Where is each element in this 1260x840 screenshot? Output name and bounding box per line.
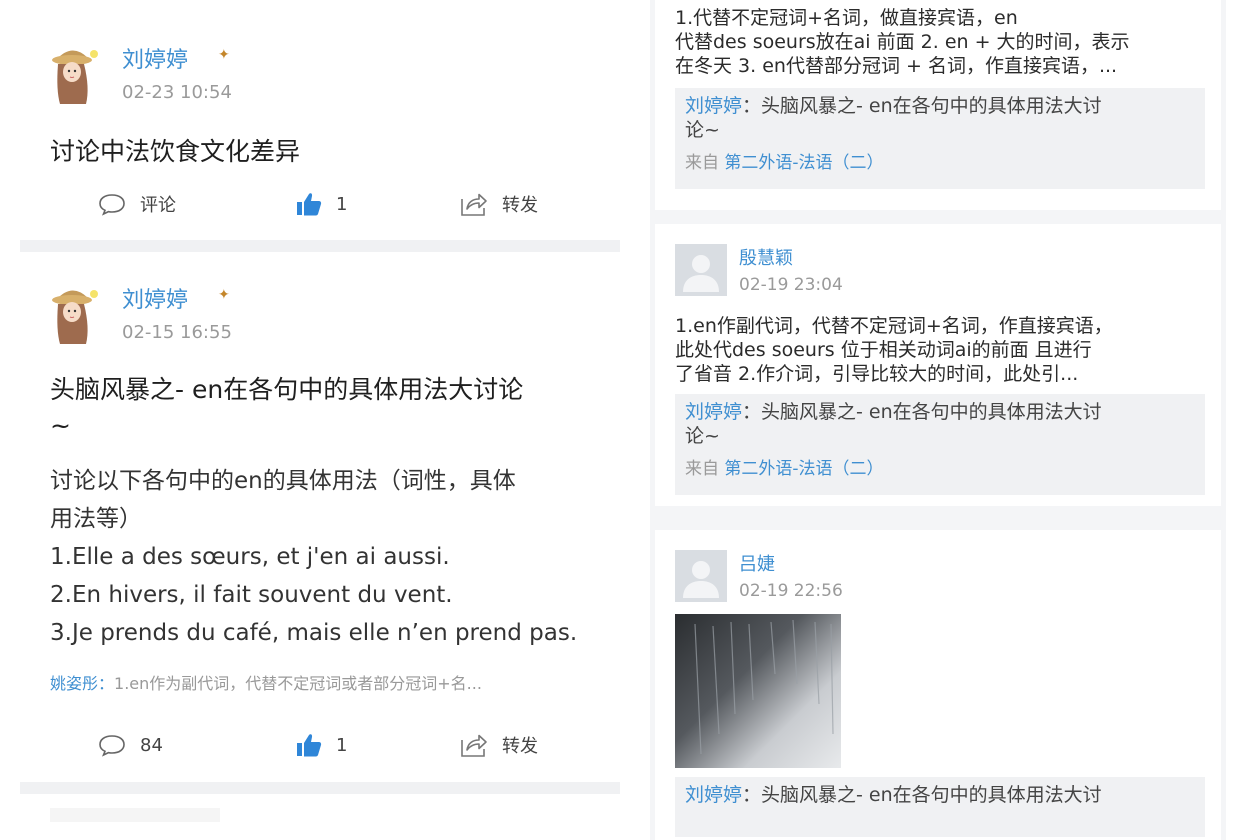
avatar[interactable]: [42, 40, 106, 104]
post-actions: 84 1 转发: [20, 725, 620, 765]
post-time: 02-23 10:54: [122, 82, 232, 103]
like-count: 1: [336, 193, 348, 215]
reply-list: 1.代替不定冠词+名词，做直接宾语，en 代替des soeurs放在ai 前面…: [650, 0, 1226, 840]
post-time: 02-15 16:55: [122, 322, 232, 343]
quote-author[interactable]: 刘婷婷: [685, 784, 742, 806]
reply-text-line: 在冬天 3. en代替部分冠词 + 名词，作直接宾语，...: [675, 55, 1118, 77]
quote-text: 头脑风暴之- en在各句中的具体用法大讨: [761, 401, 1102, 423]
default-avatar-icon: [675, 244, 727, 296]
default-avatar-icon: [675, 550, 727, 602]
badge-icon: ✦: [218, 287, 230, 303]
author-name[interactable]: 刘婷婷: [122, 282, 188, 314]
post-body-line: 用法等）: [50, 506, 142, 532]
author-name[interactable]: 吕婕: [739, 550, 775, 576]
share-label: 转发: [502, 195, 538, 216]
quote-text: 头脑风暴之- en在各句中的具体用法大讨: [761, 95, 1102, 117]
course-link[interactable]: 第二外语-法语（二）: [724, 459, 883, 479]
reply-text: 1.en作副代词，代替不定冠词+名词，作直接宾语， 此处代des soeurs …: [675, 314, 1205, 386]
handwriting-photo-image: [694, 619, 834, 755]
post-body: 讨论以下各句中的en的具体用法（词性，具体 用法等） 1.Elle a des …: [50, 462, 610, 652]
comment-preview[interactable]: 姚姿彤：1.en作为副代词，代替不定冠词或者部分冠词+名...: [50, 670, 482, 694]
quote-sep: ：: [742, 784, 762, 806]
share-icon: [461, 734, 487, 757]
reply-card[interactable]: 殷慧颖 02-19 23:04 1.en作副代词，代替不定冠词+名词，作直接宾语…: [655, 224, 1221, 506]
avatar[interactable]: [675, 244, 727, 296]
post-feed: 刘婷婷 ✦ 02-23 10:54 讨论中法饮食文化差异 评论 1 转发 刘婷婷…: [20, 0, 620, 840]
reply-text: 1.代替不定冠词+名词，做直接宾语，en 代替des soeurs放在ai 前面…: [675, 6, 1205, 78]
course-link[interactable]: 第二外语-法语（二）: [724, 153, 883, 173]
quote-line: 论~: [685, 119, 720, 141]
share-label: 转发: [502, 736, 538, 757]
comment-preview-text: 1.en作为副代词，代替不定冠词或者部分冠词+名...: [114, 674, 482, 693]
quote-source-prefix: 来自: [685, 459, 725, 479]
thumbs-up-icon: [297, 193, 322, 216]
like-button[interactable]: 1: [296, 184, 347, 224]
post-body-line: 1.Elle a des sœurs, et j'en ai aussi.: [50, 544, 450, 570]
quote-source: 来自 第二外语-法语（二）: [685, 148, 1195, 173]
comment-button[interactable]: 评论: [98, 184, 176, 224]
like-count: 1: [336, 734, 348, 756]
reply-text-line: 1.代替不定冠词+名词，做直接宾语，en: [675, 7, 1018, 29]
post-title-line: ~: [50, 411, 71, 440]
reply-text-line: 了省音 2.作介词，引导比较大的时间，此处引...: [675, 363, 1079, 385]
comment-icon: [99, 735, 125, 757]
post-title[interactable]: 讨论中法饮食文化差异: [50, 134, 300, 170]
reply-text-line: 1.en作副代词，代替不定冠词+名词，作直接宾语，: [675, 315, 1113, 337]
quote-author[interactable]: 刘婷婷: [685, 95, 742, 117]
author-name[interactable]: 殷慧颖: [739, 244, 793, 270]
comment-count: 84: [140, 734, 163, 756]
share-button[interactable]: 转发: [460, 725, 538, 765]
quote-author[interactable]: 刘婷婷: [685, 401, 742, 423]
post-body-line: 讨论以下各句中的en的具体用法（词性，具体: [50, 468, 516, 494]
quote-line: 论~: [685, 425, 720, 447]
reply-text-line: 此处代des soeurs 位于相关动词ai的前面 且进行: [675, 339, 1092, 361]
commenter-name[interactable]: 姚姿彤：: [50, 674, 114, 693]
post-body-line: 3.Je prends du café, mais elle n’en pren…: [50, 620, 578, 646]
thumbs-up-icon: [297, 734, 322, 757]
reply-card[interactable]: 1.代替不定冠词+名词，做直接宾语，en 代替des soeurs放在ai 前面…: [655, 0, 1221, 210]
attached-photo[interactable]: [675, 614, 841, 768]
quote-line: 刘婷婷：头脑风暴之- en在各句中的具体用法大讨: [685, 94, 1195, 118]
next-post-stub: [50, 808, 220, 822]
post-actions: 评论 1 转发: [20, 184, 620, 224]
quote-line: 刘婷婷：头脑风暴之- en在各句中的具体用法大讨: [685, 783, 1195, 807]
post-body-line: 2.En hivers, il fait souvent du vent.: [50, 582, 453, 608]
reply-time: 02-19 22:56: [739, 581, 843, 601]
quoted-post[interactable]: 刘婷婷：头脑风暴之- en在各句中的具体用法大讨 论~ 来自 第二外语-法语（二…: [675, 88, 1205, 189]
quote-text: 头脑风暴之- en在各句中的具体用法大讨: [761, 784, 1102, 806]
like-button[interactable]: 1: [296, 725, 347, 765]
divider: [20, 240, 620, 252]
comment-icon: [99, 194, 125, 216]
post-title[interactable]: 头脑风暴之- en在各句中的具体用法大讨论 ~: [50, 372, 610, 444]
badge-icon: ✦: [218, 47, 230, 63]
comment-button[interactable]: 84: [98, 725, 163, 765]
reply-text-line: 代替des soeurs放在ai 前面 2. en + 大的时间，表示: [675, 31, 1130, 53]
author-name[interactable]: 刘婷婷: [122, 42, 188, 74]
avatar[interactable]: [675, 550, 727, 602]
avatar[interactable]: [42, 280, 106, 344]
quote-source: 来自 第二外语-法语（二）: [685, 454, 1195, 479]
reply-card[interactable]: 吕婕 02-19 22:56 刘婷婷：头脑风暴之- en在各句中的具体用法大讨: [655, 530, 1221, 840]
divider: [20, 782, 620, 794]
quoted-post[interactable]: 刘婷婷：头脑风暴之- en在各句中的具体用法大讨 论~ 来自 第二外语-法语（二…: [675, 394, 1205, 495]
quote-sep: ：: [742, 95, 762, 117]
quote-line: 刘婷婷：头脑风暴之- en在各句中的具体用法大讨: [685, 400, 1195, 424]
app-screen: 刘婷婷 ✦ 02-23 10:54 讨论中法饮食文化差异 评论 1 转发 刘婷婷…: [0, 0, 1260, 840]
quote-source-prefix: 来自: [685, 153, 725, 173]
comment-label: 评论: [140, 195, 176, 216]
post-title-line: 头脑风暴之- en在各句中的具体用法大讨论: [50, 375, 524, 404]
reply-time: 02-19 23:04: [739, 275, 843, 295]
quote-sep: ：: [742, 401, 762, 423]
quoted-post[interactable]: 刘婷婷：头脑风暴之- en在各句中的具体用法大讨: [675, 777, 1205, 837]
share-button[interactable]: 转发: [460, 184, 538, 224]
share-icon: [461, 193, 487, 216]
